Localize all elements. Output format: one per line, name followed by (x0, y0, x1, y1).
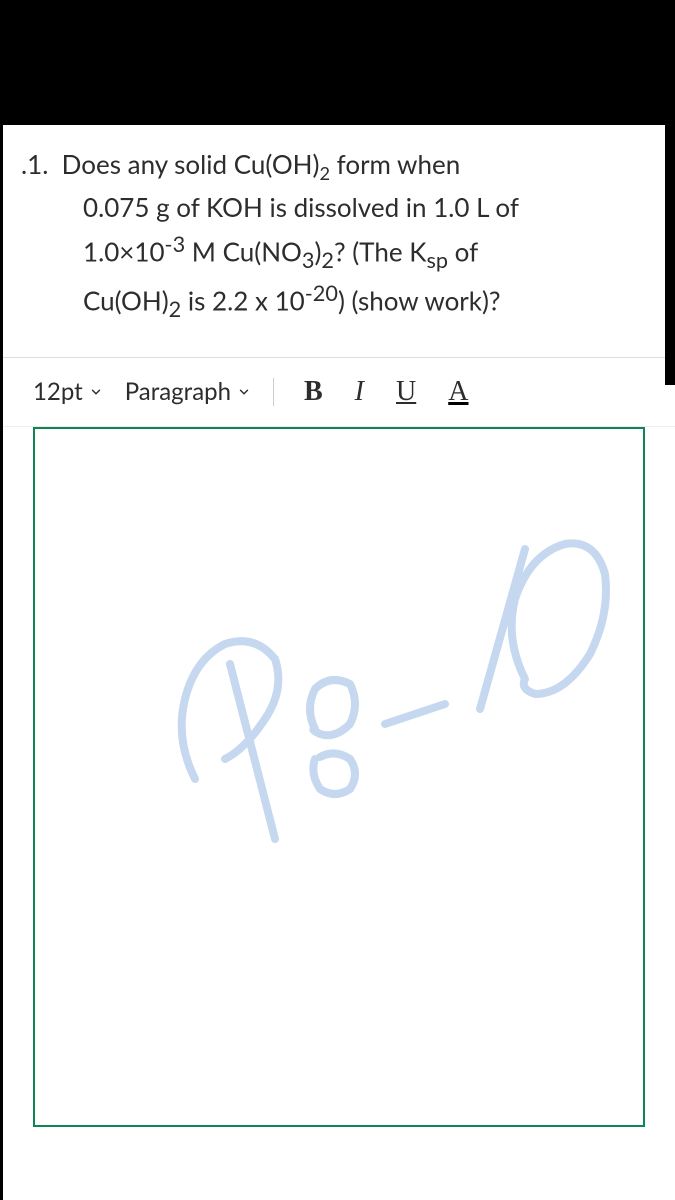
paragraph-dropdown[interactable]: Paragraph (125, 377, 251, 406)
paragraph-label: Paragraph (125, 377, 231, 406)
question-body-line4: Cu(OH)2 is 2.2 x 10-20) (show work)? (21, 277, 645, 326)
italic-button[interactable]: I (355, 376, 364, 408)
question-container: .1. Does any solid Cu(OH)2 form when 0.0… (3, 125, 675, 358)
underline-button[interactable]: U (396, 376, 416, 408)
chevron-down-icon (237, 385, 251, 399)
top-black-bar (0, 0, 675, 125)
editor-textarea[interactable] (33, 427, 645, 1127)
toolbar-divider (273, 378, 274, 406)
right-black-border (665, 125, 675, 385)
content-area: .1. Does any solid Cu(OH)2 form when 0.0… (0, 125, 675, 1200)
editor-toolbar: 12pt Paragraph B I U A (3, 358, 675, 427)
format-buttons: B I U A (304, 376, 468, 408)
question-body-line2: 0.075 g of KOH is dissolved in 1.0 L of (21, 187, 645, 227)
handwriting-content (135, 479, 615, 859)
font-size-dropdown[interactable]: 12pt (33, 377, 103, 406)
text-color-button[interactable]: A (448, 376, 468, 408)
question-number: .1. (21, 148, 48, 180)
chevron-down-icon (89, 385, 103, 399)
question-body-line3: 1.0×10-3 M Cu(NO3)2? (The Ksp of (21, 228, 645, 277)
bold-button[interactable]: B (304, 376, 323, 408)
question-text: .1. Does any solid Cu(OH)2 form when (21, 145, 645, 187)
font-size-label: 12pt (33, 377, 83, 406)
